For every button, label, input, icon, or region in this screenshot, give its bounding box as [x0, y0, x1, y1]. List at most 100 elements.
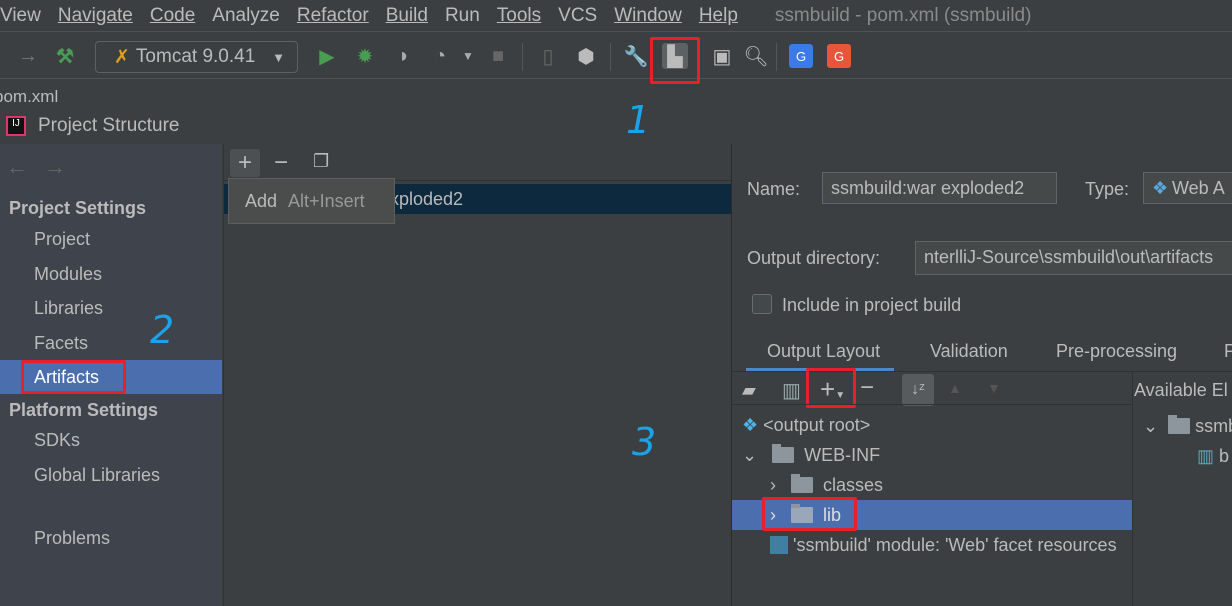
intellij-logo-icon: IJ [6, 116, 26, 136]
menu-tools[interactable]: Tools [497, 5, 541, 27]
new-directory-icon[interactable]: ▰ [742, 380, 756, 401]
terminal-icon[interactable]: ▣ [710, 44, 734, 68]
coverage-icon[interactable]: ◗ [392, 44, 416, 68]
move-down-icon[interactable]: ▼ [987, 380, 1001, 396]
menu-navigate[interactable]: Navigate [58, 5, 133, 27]
translate-icon[interactable]: G [789, 44, 813, 68]
profile-icon[interactable]: ◔ [428, 44, 452, 68]
available-item-module[interactable]: ⌄ ssmb [1143, 415, 1232, 437]
tomcat-icon: ✗ [114, 46, 130, 68]
chevron-down-icon: ▼ [272, 49, 285, 65]
highlight-box [762, 497, 857, 531]
sidebar-item-global-libraries[interactable]: Global Libraries [0, 458, 222, 492]
dialog-title-bar: IJ Project Structure [0, 108, 1232, 144]
tab-pre-processing[interactable]: Pre-processing [1056, 341, 1177, 362]
menu-refactor[interactable]: Refactor [297, 5, 369, 27]
artifact-detail-panel: Name: ssmbuild:war exploded2 Type: Web A… [731, 144, 1232, 606]
sidebar: ← → Project Settings Project Modules Lib… [0, 144, 222, 606]
tree-item-web-facet-resources[interactable]: 'ssmbuild' module: 'Web' facet resources [732, 530, 1132, 560]
remove-button[interactable]: − [274, 149, 288, 177]
folder-icon [772, 444, 795, 463]
debug-bug-icon[interactable]: ✹ [353, 44, 377, 68]
add-button[interactable]: + [230, 149, 260, 177]
stop-icon[interactable]: ■ [486, 44, 510, 68]
run-config-label: Tomcat 9.0.41 [135, 46, 256, 67]
sidebar-item-project[interactable]: Project [0, 222, 222, 256]
archive-icon[interactable]: ▥ [782, 378, 801, 403]
back-arrow-icon[interactable]: ← [6, 154, 28, 180]
remove-button[interactable]: − [860, 374, 874, 402]
output-root-icon: ❖ [742, 415, 759, 435]
forward-arrow-icon[interactable]: → [16, 44, 40, 68]
menu-vcs[interactable]: VCS [558, 5, 597, 27]
forward-arrow-icon[interactable]: → [44, 154, 66, 180]
web-facet-icon [770, 536, 788, 554]
include-label: Include in project build [782, 295, 962, 315]
module-folder-icon [1168, 415, 1191, 434]
menu-window[interactable]: Window [614, 5, 682, 27]
chevron-down-icon[interactable]: ▼ [456, 44, 480, 68]
tree-item-web-inf[interactable]: ⌄ WEB-INF [732, 440, 1132, 470]
tab-post-processing[interactable]: P [1224, 341, 1232, 362]
highlight-box [806, 368, 856, 408]
annotation-1: 1 [626, 98, 651, 142]
window-title: ssmbuild - pom.xml (ssmbuild) [774, 4, 1032, 26]
artifact-list-panel: + − ❐ xploded2 Add Alt+Insert 1 3 [223, 98, 731, 606]
menu-code[interactable]: Code [150, 5, 195, 27]
tooltip-shortcut: Alt+Insert [288, 191, 365, 211]
run-icon[interactable]: ▶ [315, 44, 339, 68]
add-tooltip: Add Alt+Insert [228, 178, 395, 224]
editor-tab[interactable]: pom.xml [0, 80, 58, 106]
sidebar-item-modules[interactable]: Modules [0, 257, 222, 291]
tree-label: <output root> [763, 415, 871, 435]
search-icon[interactable]: 🔍︎ [743, 44, 768, 68]
tooltip-label: Add [245, 191, 278, 211]
tab-validation[interactable]: Validation [930, 341, 1008, 362]
output-directory-input[interactable]: nterlliJ-Source\ssmbuild\out\artifacts [915, 241, 1232, 275]
menu-help[interactable]: Help [699, 5, 738, 27]
sort-icon[interactable]: ↓ᶻ [902, 374, 934, 406]
dialog-title: Project Structure [38, 115, 180, 136]
project-settings-header: Project Settings [9, 198, 147, 218]
highlight-box [650, 37, 700, 84]
move-up-icon[interactable]: ▲ [948, 380, 962, 396]
menu-analyze[interactable]: Analyze [212, 5, 280, 27]
chevron-right-icon[interactable]: › [770, 475, 776, 495]
sidebar-item-sdks[interactable]: SDKs [0, 423, 222, 457]
name-input[interactable]: ssmbuild:war exploded2 [822, 172, 1057, 204]
annotation-3: 3 [632, 420, 657, 464]
available-item-label: b [1219, 446, 1230, 466]
include-checkbox[interactable] [752, 294, 772, 314]
sidebar-item-problems[interactable]: Problems [0, 521, 222, 555]
available-elements-panel: Available El ⌄ ssmb ▥ b [1132, 372, 1232, 606]
tree-label: classes [823, 475, 884, 495]
platform-settings-header: Platform Settings [9, 400, 159, 420]
build-hammer-icon[interactable]: ⚒ [53, 44, 77, 68]
menu-run[interactable]: Run [445, 5, 480, 27]
translate-alt-icon[interactable]: G [827, 44, 851, 68]
sidebar-item-facets[interactable]: Facets [0, 326, 222, 360]
folder-icon [791, 474, 814, 493]
menu-build[interactable]: Build [386, 5, 428, 27]
chevron-down-icon[interactable]: ⌄ [742, 445, 757, 465]
tree-label: 'ssmbuild' module: 'Web' facet resources [793, 535, 1117, 555]
copy-icon[interactable]: ❐ [313, 151, 329, 172]
run-config-dropdown[interactable]: ✗ Tomcat 9.0.41 ▼ [95, 41, 298, 73]
highlight-box [21, 360, 126, 394]
device-icon[interactable]: ▯ [536, 44, 560, 68]
tree-label: WEB-INF [804, 445, 881, 465]
tree-item-classes[interactable]: › classes [732, 470, 1132, 500]
deploy-icon[interactable]: ⬢ [574, 44, 598, 68]
available-item-library[interactable]: ▥ b [1197, 446, 1229, 467]
menu-view[interactable]: View [0, 5, 41, 27]
name-label: Name: [747, 179, 801, 199]
type-label: Type: [1085, 179, 1130, 199]
output-directory-label: Output directory: [747, 248, 881, 268]
settings-wrench-icon[interactable]: 🔧 [624, 44, 649, 68]
annotation-2: 2 [150, 308, 175, 352]
sidebar-item-libraries[interactable]: Libraries [0, 291, 222, 325]
library-icon: ▥ [1197, 446, 1215, 466]
available-elements-label: Available El [1134, 380, 1228, 400]
tab-output-layout[interactable]: Output Layout [767, 341, 880, 362]
tree-item-output-root[interactable]: ❖ <output root> [732, 410, 1132, 440]
